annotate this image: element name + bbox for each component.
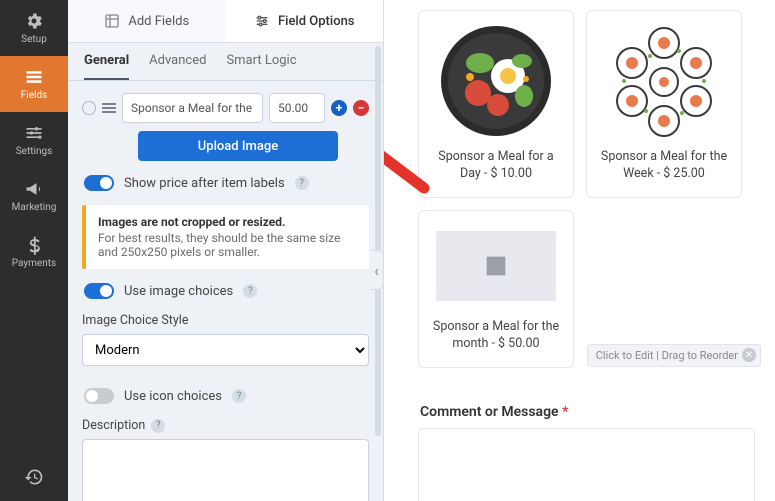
drag-handle-icon[interactable] bbox=[102, 103, 116, 113]
tab-label: Add Fields bbox=[128, 14, 189, 29]
add-choice-button[interactable]: + bbox=[331, 100, 347, 116]
sidenav-label: Payments bbox=[12, 258, 56, 269]
sidenav-label: Marketing bbox=[12, 202, 57, 213]
show-price-row: Show price after item labels ? bbox=[84, 175, 367, 191]
form-icon bbox=[24, 67, 44, 87]
tab-add-fields[interactable]: Add Fields bbox=[68, 0, 226, 42]
sidenav-settings[interactable]: Settings bbox=[0, 112, 68, 168]
sidenav-label: Setup bbox=[21, 34, 47, 45]
help-icon[interactable]: ? bbox=[295, 176, 309, 190]
gear-icon bbox=[24, 11, 44, 31]
tab-field-options[interactable]: Field Options bbox=[226, 0, 384, 42]
subtab-smart[interactable]: Smart Logic bbox=[226, 53, 296, 80]
image-placeholder-icon bbox=[436, 231, 556, 301]
upload-image-button[interactable]: Upload Image bbox=[138, 131, 338, 161]
sidenav-setup[interactable]: Setup bbox=[0, 0, 68, 56]
choice-card[interactable]: Sponsor a Meal for themonth - $ 50.00 bbox=[418, 210, 574, 368]
help-icon[interactable]: ? bbox=[151, 419, 165, 433]
choice-cards: Sponsor a Meal for aDay - $ 10.00 bbox=[418, 10, 755, 368]
panel-scroll[interactable]: + − Upload Image Show price after item l… bbox=[68, 81, 383, 501]
sidenav-marketing[interactable]: Marketing bbox=[0, 168, 68, 224]
megaphone-icon bbox=[24, 179, 44, 199]
sidenav-fields[interactable]: Fields bbox=[0, 56, 68, 112]
form-preview: Sponsor a Meal for aDay - $ 10.00 bbox=[384, 0, 775, 501]
info-body: For best results, they should be the sam… bbox=[98, 231, 340, 259]
card-image bbox=[436, 21, 556, 141]
comment-label: Comment or Message * bbox=[420, 404, 755, 420]
sub-tabs: General Advanced Smart Logic bbox=[68, 43, 383, 81]
description-label: Description? bbox=[82, 418, 369, 433]
use-image-label: Use image choices bbox=[124, 284, 233, 299]
card-image bbox=[604, 21, 724, 141]
options-panel: Add Fields Field Options General Advance… bbox=[68, 0, 384, 501]
help-icon[interactable]: ? bbox=[243, 284, 257, 298]
options-icon bbox=[254, 13, 270, 29]
choice-row: + − bbox=[82, 93, 369, 123]
sidenav-history[interactable] bbox=[0, 453, 68, 501]
subtab-general[interactable]: General bbox=[84, 53, 129, 80]
sidenav-label: Fields bbox=[21, 90, 48, 101]
subtab-advanced[interactable]: Advanced bbox=[149, 53, 206, 80]
remove-choice-button[interactable]: − bbox=[353, 100, 369, 116]
add-fields-icon bbox=[104, 13, 120, 29]
card-label: Sponsor a Meal for theWeek - $ 25.00 bbox=[601, 149, 727, 183]
use-icon-toggle[interactable] bbox=[84, 388, 114, 404]
choice-card[interactable]: Sponsor a Meal for theWeek - $ 25.00 bbox=[586, 10, 742, 198]
card-image bbox=[436, 221, 556, 311]
tab-label: Field Options bbox=[278, 14, 355, 29]
sushi-ring-icon bbox=[604, 21, 724, 141]
help-icon[interactable]: ? bbox=[232, 389, 246, 403]
choice-card[interactable]: Sponsor a Meal for aDay - $ 10.00 bbox=[418, 10, 574, 198]
reorder-hint[interactable]: Click to Edit | Drag to Reorder ✕ bbox=[587, 344, 761, 367]
choice-label-input[interactable] bbox=[122, 93, 263, 123]
meal-bowl-icon bbox=[436, 21, 556, 141]
collapse-panel-button[interactable]: ‹ bbox=[370, 250, 384, 290]
use-icon-label: Use icon choices bbox=[124, 389, 222, 404]
radio-icon[interactable] bbox=[82, 101, 96, 115]
card-label: Sponsor a Meal for aDay - $ 10.00 bbox=[438, 149, 553, 183]
comment-textarea[interactable] bbox=[418, 428, 755, 501]
close-icon[interactable]: ✕ bbox=[742, 348, 756, 362]
style-label: Image Choice Style bbox=[82, 313, 369, 328]
sidenav: Setup Fields Settings Marketing Payments bbox=[0, 0, 68, 501]
image-info-box: Images are not cropped or resized. For b… bbox=[82, 205, 369, 269]
show-price-toggle[interactable] bbox=[84, 175, 114, 191]
panel-scrollbar[interactable] bbox=[375, 46, 381, 436]
use-icon-row: Use icon choices ? bbox=[84, 388, 367, 404]
image-style-select[interactable]: Modern bbox=[82, 334, 369, 366]
use-image-row: Use image choices ? bbox=[84, 283, 367, 299]
description-textarea[interactable] bbox=[82, 439, 369, 501]
choice-price-input[interactable] bbox=[269, 93, 325, 123]
info-title: Images are not cropped or resized. bbox=[98, 215, 357, 229]
top-tabs: Add Fields Field Options bbox=[68, 0, 383, 43]
sidenav-label: Settings bbox=[16, 146, 53, 157]
dollar-icon bbox=[24, 235, 44, 255]
history-icon bbox=[24, 467, 44, 487]
sidenav-payments[interactable]: Payments bbox=[0, 224, 68, 280]
sliders-icon bbox=[24, 123, 44, 143]
card-label: Sponsor a Meal for themonth - $ 50.00 bbox=[433, 319, 559, 353]
use-image-toggle[interactable] bbox=[84, 283, 114, 299]
show-price-label: Show price after item labels bbox=[124, 176, 285, 191]
